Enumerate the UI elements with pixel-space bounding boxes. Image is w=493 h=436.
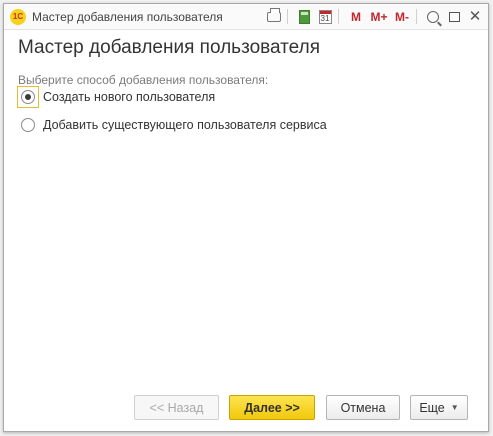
title-toolbar: 31 M M+ M- ✕ — [262, 7, 484, 26]
dropdown-caret-icon: ▼ — [450, 403, 459, 412]
more-button-label: Еще — [419, 400, 445, 415]
calendar-icon: 31 — [318, 9, 332, 24]
next-button[interactable]: Далее >> — [229, 395, 315, 420]
window-title: Мастер добавления пользователя — [32, 9, 223, 24]
toolbar-divider — [416, 9, 417, 24]
cancel-button[interactable]: Отмена — [326, 395, 400, 420]
close-icon: ✕ — [468, 8, 482, 25]
maximize-icon — [448, 11, 460, 22]
zoom-icon — [427, 10, 439, 23]
radio-create-new-user[interactable] — [21, 90, 35, 104]
option-label-create-new: Создать нового пользователя — [43, 90, 216, 104]
maximize-button[interactable] — [445, 7, 463, 26]
title-bar: 1С Мастер добавления пользователя 31 M M… — [4, 4, 488, 30]
print-button[interactable] — [265, 7, 283, 26]
page-title: Мастер добавления пользователя — [18, 37, 320, 58]
close-button[interactable]: ✕ — [466, 7, 484, 26]
radio-frame — [17, 114, 39, 136]
radio-add-existing-user[interactable] — [21, 118, 35, 132]
app-logo-icon: 1С — [10, 8, 26, 25]
calculator-button[interactable] — [295, 7, 313, 26]
option-label-add-existing: Добавить существующего пользователя серв… — [43, 118, 327, 132]
memory-plus-button[interactable]: M+ — [369, 7, 389, 26]
printer-icon — [267, 7, 281, 22]
memory-minus-button[interactable]: M- — [392, 7, 412, 26]
back-button[interactable]: << Назад — [134, 395, 219, 420]
option-add-existing-user[interactable]: Добавить существующего пользователя серв… — [17, 114, 327, 136]
wizard-window: 1С Мастер добавления пользователя 31 M M… — [3, 3, 489, 432]
zoom-button[interactable] — [424, 7, 442, 26]
method-prompt: Выберите способ добавления пользователя: — [18, 73, 269, 87]
calendar-button[interactable]: 31 — [316, 7, 334, 26]
toolbar-divider — [287, 9, 288, 24]
calculator-icon — [298, 9, 310, 24]
memory-button[interactable]: M — [346, 7, 366, 26]
toolbar-divider — [338, 9, 339, 24]
more-button[interactable]: Еще ▼ — [410, 395, 468, 420]
radio-focus-frame — [17, 86, 39, 108]
option-create-new-user[interactable]: Создать нового пользователя — [17, 86, 215, 108]
